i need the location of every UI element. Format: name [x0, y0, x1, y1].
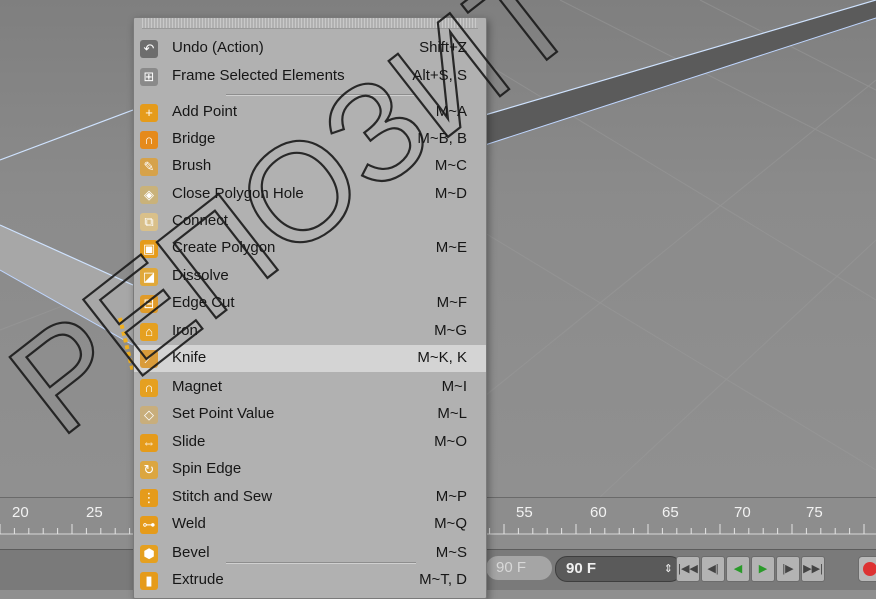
menu-item-shortcut: M~C	[434, 157, 467, 174]
go-to-start-button[interactable]: |◀◀	[676, 556, 700, 582]
play-forward-button[interactable]: ▶	[751, 556, 775, 582]
menu-item-shortcut: M~F	[436, 294, 467, 311]
menu-item-create-polygon[interactable]: ▣ Create Polygon M~E	[134, 235, 486, 262]
menu-item-undo-action[interactable]: ↶ Undo (Action) Shift+Z	[134, 35, 486, 62]
current-frame-value: 90 F	[566, 560, 597, 577]
slide-icon: ⇔	[140, 434, 158, 452]
close-polygon-hole-icon: ◈	[140, 186, 158, 204]
record-icon	[863, 562, 876, 576]
menu-item-label: Magnet	[172, 378, 223, 395]
menu-item-shortcut: Shift+Z	[419, 39, 467, 56]
menu-item-label: Undo (Action)	[172, 39, 264, 56]
menu-item-stitch-and-sew[interactable]: ⋮ Stitch and Sew M~P	[134, 484, 486, 511]
menu-item-label: Edge Cut	[172, 294, 235, 311]
menu-item-label: Connect	[172, 212, 228, 229]
menu-item-label: Knife	[172, 349, 207, 366]
menu-item-shortcut: M~O	[434, 433, 467, 450]
menu-item-label: Weld	[172, 515, 206, 532]
bevel-icon: ⬢	[140, 545, 158, 563]
tick-label: 20	[12, 504, 29, 521]
brush-icon: ✎	[140, 158, 158, 176]
weld-icon: ⊶	[140, 516, 158, 534]
add-point-icon: +	[140, 104, 158, 122]
menu-item-shortcut: M~G	[434, 322, 467, 339]
menu-item-weld[interactable]: ⊶ Weld M~Q	[134, 511, 486, 538]
tick-label: 70	[734, 504, 751, 521]
menu-item-label: Extrude	[172, 571, 224, 588]
menu-item-edge-cut[interactable]: ⊟ Edge Cut M~F	[134, 290, 486, 317]
previous-key-button[interactable]: ◀|	[701, 556, 725, 582]
menu-item-add-point[interactable]: + Add Point M~A	[134, 99, 486, 126]
tick-label: 55	[516, 504, 533, 521]
menu-item-label: Create Polygon	[172, 239, 276, 256]
menu-item-brush[interactable]: ✎ Brush M~C	[134, 153, 486, 180]
stitch-and-sew-icon: ⋮	[140, 489, 158, 507]
spin-edge-icon: ↻	[140, 461, 158, 479]
menu-item-shortcut: M~T, D	[419, 571, 467, 588]
edge-cut-icon: ⊟	[140, 295, 158, 313]
extrude-icon: ▮	[140, 572, 158, 590]
menu-item-knife[interactable]: ⟋ Knife M~K, K	[134, 345, 486, 372]
knife-icon: ⟋	[140, 350, 158, 368]
current-frame-field[interactable]: 90 F ⇕	[555, 556, 682, 582]
end-frame-field[interactable]: 90 F	[486, 556, 552, 580]
menu-item-shortcut: M~S	[435, 544, 467, 561]
menu-item-magnet[interactable]: ∩ Magnet M~I	[134, 374, 486, 401]
record-button[interactable]	[858, 556, 876, 582]
tick-label: 75	[806, 504, 823, 521]
frame-selected-icon: ⊞	[140, 68, 158, 86]
menu-item-spin-edge[interactable]: ↻ Spin Edge	[134, 456, 486, 483]
menu-separator	[226, 562, 416, 564]
menu-item-label: Stitch and Sew	[172, 488, 273, 505]
magnet-icon: ∩	[140, 379, 158, 397]
menu-item-bridge[interactable]: ∩ Bridge M~B, B	[134, 126, 486, 153]
menu-item-shortcut: M~I	[441, 378, 467, 395]
menu-item-label: Set Point Value	[172, 405, 275, 422]
menu-item-slide[interactable]: ⇔ Slide M~O	[134, 429, 486, 456]
menu-item-dissolve[interactable]: ◪ Dissolve	[134, 263, 486, 290]
play-backward-button[interactable]: ◀	[726, 556, 750, 582]
bridge-icon: ∩	[140, 131, 158, 149]
menu-item-set-point-value[interactable]: ◇ Set Point Value M~L	[134, 401, 486, 428]
tick-label: 25	[86, 504, 103, 521]
connect-icon: ⧉	[140, 213, 158, 231]
menu-item-close-polygon-hole[interactable]: ◈ Close Polygon Hole M~D	[134, 181, 486, 208]
dissolve-icon: ◪	[140, 268, 158, 286]
menu-item-label: Add Point	[172, 103, 238, 120]
menu-item-shortcut: Alt+S, S	[412, 67, 467, 84]
menu-item-shortcut: M~B, B	[417, 130, 467, 147]
menu-item-shortcut: M~A	[435, 103, 467, 120]
menu-tearoff-grip[interactable]	[142, 18, 478, 29]
menu-separator	[226, 94, 416, 96]
menu-item-label: Bridge	[172, 130, 216, 147]
menu-item-shortcut: M~L	[437, 405, 467, 422]
context-menu[interactable]: ↶ Undo (Action) Shift+Z ⊞ Frame Selected Ele…	[133, 17, 487, 599]
create-polygon-icon: ▣	[140, 240, 158, 258]
menu-item-label: Iron	[172, 322, 198, 339]
menu-item-label: Frame Selected Elements	[172, 67, 345, 84]
menu-item-label: Bevel	[172, 544, 210, 561]
next-key-button[interactable]: |▶	[776, 556, 800, 582]
menu-item-label: Close Polygon Hole	[172, 185, 304, 202]
menu-item-shortcut: M~E	[435, 239, 467, 256]
menu-item-frame-selected-elements[interactable]: ⊞ Frame Selected Elements Alt+S, S	[134, 63, 486, 90]
menu-item-iron[interactable]: ⌂ Iron M~G	[134, 318, 486, 345]
menu-item-label: Spin Edge	[172, 460, 242, 477]
menu-item-label: Brush	[172, 157, 212, 174]
menu-item-shortcut: M~K, K	[417, 349, 467, 366]
tick-label: 65	[662, 504, 679, 521]
menu-item-shortcut: M~D	[434, 185, 467, 202]
menu-item-shortcut: M~Q	[434, 515, 467, 532]
menu-item-label: Slide	[172, 433, 206, 450]
undo-icon: ↶	[140, 40, 158, 58]
menu-item-extrude[interactable]: ▮ Extrude M~T, D	[134, 567, 486, 594]
set-point-value-icon: ◇	[140, 406, 158, 424]
menu-item-connect[interactable]: ⧉ Connect	[134, 208, 486, 235]
iron-icon: ⌂	[140, 323, 158, 341]
tick-label: 60	[590, 504, 607, 521]
menu-item-shortcut: M~P	[435, 488, 467, 505]
stepper-arrows-icon[interactable]: ⇕	[664, 557, 673, 581]
menu-item-label: Dissolve	[172, 267, 229, 284]
go-to-end-button[interactable]: ▶▶|	[801, 556, 825, 582]
